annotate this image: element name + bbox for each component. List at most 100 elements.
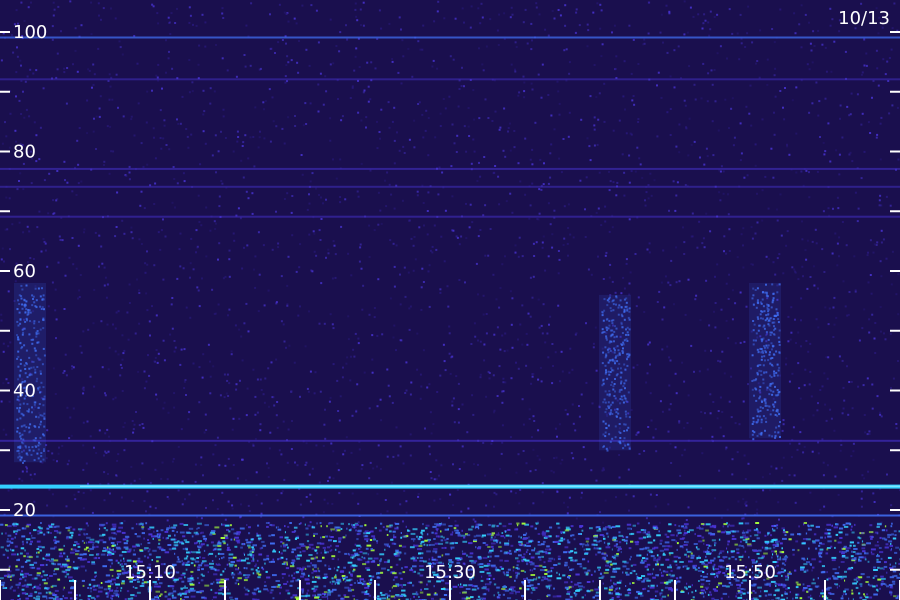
- noise-speck: [8, 400, 11, 403]
- noise-speck: [460, 85, 463, 87]
- noise-speck: [198, 44, 201, 47]
- low-freq-noise: [135, 523, 138, 526]
- low-freq-noise: [326, 595, 329, 598]
- low-freq-noise: [306, 559, 310, 562]
- noise-speck: [430, 477, 433, 480]
- noise-speck: [534, 121, 537, 124]
- noise-speck: [457, 421, 460, 424]
- noise-speck: [611, 226, 614, 229]
- noise-speck: [407, 271, 410, 274]
- noise-speck: [429, 411, 432, 414]
- noise-speck: [16, 55, 19, 58]
- noise-speck: [511, 346, 514, 349]
- noise-speck: [167, 411, 170, 414]
- low-freq-noise: [839, 550, 843, 553]
- low-freq-noise: [863, 593, 865, 596]
- low-freq-noise: [83, 553, 87, 556]
- noise-speck: [444, 209, 447, 212]
- noise-speck: [725, 282, 728, 285]
- noise-speck: [323, 322, 326, 325]
- low-freq-noise: [640, 594, 644, 597]
- noise-speck: [431, 245, 434, 248]
- noise-speck: [704, 412, 706, 415]
- noise-speck: [437, 193, 440, 196]
- low-freq-noise: [117, 573, 122, 576]
- noise-speck: [413, 235, 416, 238]
- low-freq-noise: [433, 548, 438, 551]
- low-freq-noise: [616, 587, 618, 590]
- noise-speck: [105, 452, 108, 454]
- low-freq-noise: [810, 564, 812, 566]
- low-freq-noise: [518, 549, 522, 552]
- low-freq-noise: [686, 582, 688, 585]
- noise-speck: [856, 93, 859, 96]
- low-freq-noise: [417, 548, 422, 551]
- low-freq-noise: [701, 536, 705, 539]
- noise-speck: [162, 137, 165, 140]
- noise-speck: [107, 450, 110, 453]
- noise-speck: [487, 117, 490, 119]
- low-freq-noise: [147, 528, 151, 531]
- noise-speck: [186, 135, 189, 138]
- low-freq-noise: [185, 563, 191, 566]
- noise-speck: [711, 83, 714, 86]
- noise-speck: [325, 198, 327, 201]
- noise-speck: [431, 65, 434, 68]
- noise-speck: [263, 137, 266, 140]
- noise-speck: [426, 233, 429, 236]
- noise-speck: [9, 341, 12, 344]
- noise-speck: [427, 191, 430, 194]
- low-freq-noise: [738, 522, 744, 525]
- low-freq-noise: [674, 560, 678, 563]
- noise-speck: [396, 131, 398, 134]
- low-freq-noise: [542, 540, 546, 543]
- noise-speck: [55, 337, 57, 340]
- noise-speck: [398, 16, 401, 19]
- low-freq-noise: [448, 525, 453, 527]
- noise-speck: [356, 19, 359, 22]
- noise-speck: [467, 107, 470, 109]
- noise-speck: [537, 218, 540, 221]
- noise-speck: [535, 241, 538, 244]
- low-freq-noise: [94, 571, 97, 574]
- noise-speck: [224, 518, 227, 521]
- noise-speck: [357, 195, 360, 198]
- noise-speck: [153, 360, 156, 363]
- low-freq-noise: [887, 533, 892, 536]
- noise-speck: [133, 479, 136, 482]
- low-freq-noise: [490, 545, 494, 548]
- noise-speck: [687, 394, 690, 397]
- noise-speck: [386, 368, 389, 371]
- low-freq-noise: [741, 545, 744, 547]
- noise-speck: [623, 60, 626, 63]
- low-freq-noise: [684, 565, 688, 568]
- low-freq-noise: [881, 529, 885, 532]
- noise-speck: [360, 267, 363, 270]
- noise-speck: [327, 248, 330, 251]
- low-freq-noise: [402, 571, 406, 574]
- noise-speck: [103, 471, 106, 474]
- low-freq-noise: [53, 559, 59, 562]
- low-freq-noise: [250, 538, 254, 541]
- noise-speck: [353, 355, 356, 358]
- noise-speck: [114, 235, 117, 238]
- noise-speck: [806, 239, 809, 242]
- noise-speck: [813, 284, 816, 287]
- noise-speck: [131, 500, 134, 502]
- noise-speck: [714, 275, 716, 278]
- noise-speck: [391, 58, 394, 60]
- low-freq-noise: [854, 523, 856, 526]
- noise-speck: [195, 251, 197, 254]
- noise-speck: [851, 160, 854, 163]
- noise-speck: [337, 98, 339, 100]
- noise-speck: [103, 266, 106, 269]
- noise-speck: [501, 263, 504, 266]
- low-freq-noise: [395, 554, 398, 557]
- low-freq-noise: [116, 586, 119, 589]
- noise-speck: [438, 474, 440, 477]
- noise-speck: [787, 340, 790, 343]
- noise-speck: [815, 318, 818, 321]
- noise-speck: [895, 293, 898, 296]
- noise-speck: [221, 182, 224, 185]
- low-freq-noise: [11, 549, 15, 552]
